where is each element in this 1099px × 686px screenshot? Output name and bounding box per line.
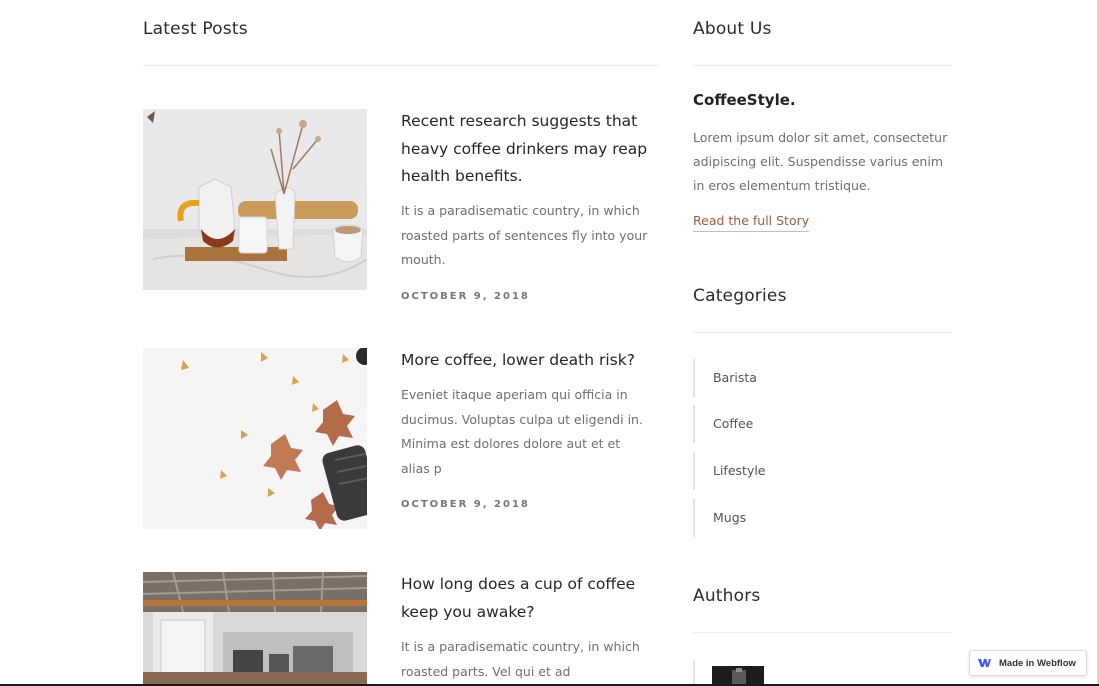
post-title[interactable]: More coffee, lower death risk? bbox=[401, 347, 651, 375]
category-coffee[interactable]: Coffee bbox=[693, 405, 893, 443]
post-excerpt: It is a paradisematic country, in which … bbox=[401, 639, 640, 679]
latest-posts-divider bbox=[143, 65, 660, 66]
post-thumbnail-cafe-interior[interactable] bbox=[143, 572, 367, 686]
about-divider bbox=[693, 65, 952, 66]
post-thumbnail-autumn-leaves[interactable] bbox=[143, 348, 367, 529]
post-date: OCTOBER 9, 2018 bbox=[401, 499, 530, 510]
category-lifestyle[interactable]: Lifestyle bbox=[693, 452, 893, 490]
webflow-logo-icon bbox=[978, 659, 991, 667]
author-avatar[interactable] bbox=[712, 666, 764, 686]
latest-posts-heading: Latest Posts bbox=[143, 19, 248, 39]
author-item-border bbox=[693, 660, 695, 686]
category-barista[interactable]: Barista bbox=[693, 359, 893, 397]
cafe-interior-image bbox=[143, 572, 367, 686]
blog-page: Latest Posts Recent research suggests th… bbox=[0, 0, 1099, 686]
authors-heading: Authors bbox=[693, 586, 761, 606]
categories-divider bbox=[693, 332, 952, 333]
coffee-set-image bbox=[143, 109, 367, 290]
badge-label: Made in Webflow bbox=[999, 657, 1076, 669]
autumn-leaves-image bbox=[143, 348, 367, 529]
read-full-story-link[interactable]: Read the full Story bbox=[693, 213, 810, 232]
authors-divider bbox=[693, 632, 952, 633]
author-photo bbox=[712, 666, 764, 686]
post-excerpt: It is a paradisematic country, in which … bbox=[401, 203, 648, 267]
about-text: Lorem ipsum dolor sit amet, consectetur … bbox=[693, 130, 948, 193]
post-thumbnail-coffee-set[interactable] bbox=[143, 109, 367, 290]
post-date: OCTOBER 9, 2018 bbox=[401, 291, 530, 302]
categories-heading: Categories bbox=[693, 286, 787, 306]
made-in-webflow-badge[interactable]: Made in Webflow bbox=[969, 650, 1087, 676]
brand-name: CoffeeStyle. bbox=[693, 91, 796, 109]
post-title[interactable]: Recent research suggests that heavy coff… bbox=[401, 108, 651, 191]
post-title[interactable]: How long does a cup of coffee keep you a… bbox=[401, 571, 651, 626]
category-mugs[interactable]: Mugs bbox=[693, 499, 893, 537]
post-excerpt: Eveniet itaque aperiam qui officia in du… bbox=[401, 387, 643, 476]
about-us-heading: About Us bbox=[693, 19, 772, 39]
